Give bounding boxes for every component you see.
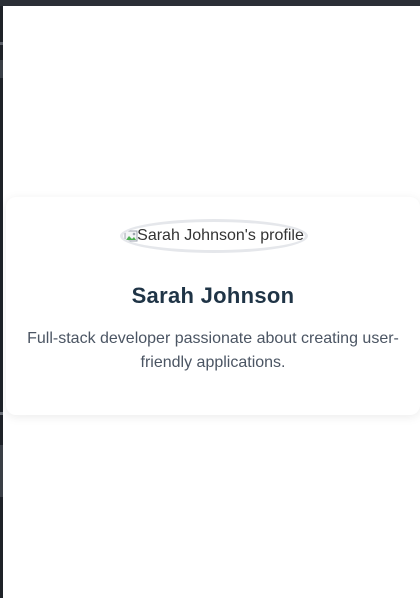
broken-image-icon [124,229,138,243]
profile-avatar: Sarah Johnson's profile [120,219,308,253]
profile-name: Sarah Johnson [131,283,295,308]
avatar-alt-text: Sarah Johnson's profile [137,227,304,244]
profile-bio: Full-stack developer passionate about cr… [27,330,399,371]
profile-card: Sarah Johnson's profile Sarah Johnson Fu… [6,197,420,415]
